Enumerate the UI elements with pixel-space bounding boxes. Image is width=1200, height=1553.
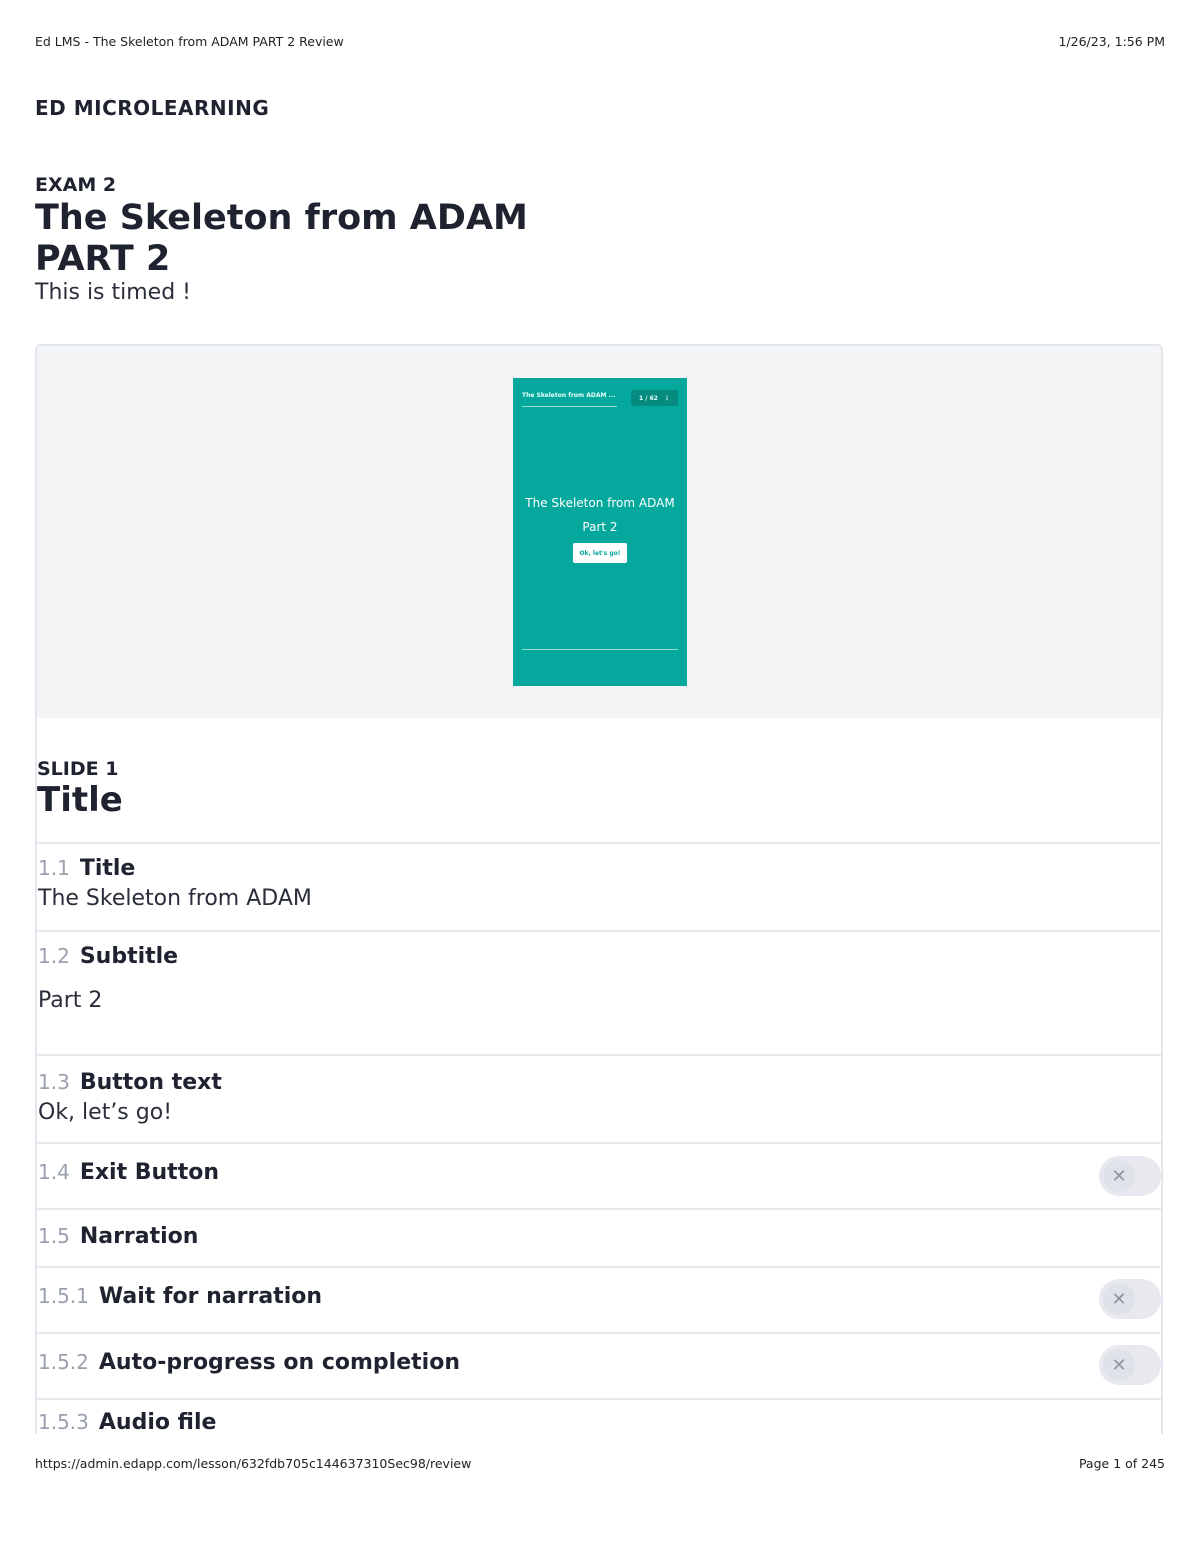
field-heading: 1.3 Button text [38, 1070, 222, 1095]
print-footer-url: https://admin.edapp.com/lesson/632fdb705… [35, 1456, 472, 1471]
field-row-subtitle: 1.2 Subtitle Part 2 [37, 930, 1161, 1054]
close-icon: ✕ [1103, 1160, 1135, 1192]
preview-title: The Skeleton from ADAM Part 2 [513, 491, 687, 539]
field-row-narration: 1.5 Narration [37, 1208, 1161, 1266]
field-row-title: 1.1 Title The Skeleton from ADAM [37, 842, 1161, 930]
brand-title: ED MICROLEARNING [35, 96, 270, 120]
field-heading: 1.5.1 Wait for narration [38, 1284, 322, 1309]
preview-slide-counter: 1 / 62 ⋮ [631, 390, 678, 406]
field-label: Button text [79, 1070, 222, 1095]
print-header: Ed LMS - The Skeleton from ADAM PART 2 R… [35, 34, 1165, 49]
field-row-wait-for-narration: 1.5.1 Wait for narration ✕ [37, 1266, 1161, 1332]
field-label: Auto-progress on completion [98, 1350, 460, 1375]
slide-preview: The Skeleton from ADAM ... 1 / 62 ⋮ The … [37, 346, 1161, 718]
field-label: Exit Button [79, 1160, 219, 1185]
close-icon: ✕ [1103, 1349, 1135, 1381]
exit-button-toggle[interactable]: ✕ [1099, 1156, 1161, 1196]
field-heading: 1.5 Narration [38, 1224, 198, 1249]
field-number: 1.4 [38, 1160, 70, 1184]
lesson-description: This is timed ! [35, 280, 191, 305]
preview-counter-text: 1 / 62 [639, 394, 658, 402]
slide-card: The Skeleton from ADAM ... 1 / 62 ⋮ The … [35, 344, 1163, 1434]
field-heading: 1.1 Title [38, 856, 135, 881]
field-number: 1.5.2 [38, 1350, 89, 1374]
slide-header: SLIDE 1 Title [37, 758, 123, 820]
lesson-label: EXAM 2 [35, 174, 117, 196]
field-label: Wait for narration [98, 1284, 323, 1309]
lesson-title-line2: PART 2 [35, 239, 171, 279]
field-row-button-text: 1.3 Button text Ok, let’s go! [37, 1054, 1161, 1142]
field-row-auto-progress: 1.5.2 Auto-progress on completion ✕ [37, 1332, 1161, 1398]
field-label: Audio file [98, 1410, 217, 1434]
field-heading: 1.5.2 Auto-progress on completion [38, 1350, 460, 1375]
slide-label: SLIDE 1 [37, 758, 119, 780]
field-number: 1.5.3 [38, 1410, 89, 1434]
preview-title-line1: The Skeleton from ADAM [525, 496, 675, 510]
wait-for-narration-toggle[interactable]: ✕ [1099, 1279, 1161, 1319]
preview-header-title: The Skeleton from ADAM ... [522, 392, 616, 399]
print-footer-page: Page 1 of 245 [1078, 1456, 1165, 1471]
auto-progress-toggle[interactable]: ✕ [1099, 1345, 1161, 1385]
field-number: 1.2 [38, 944, 70, 968]
field-number: 1.5.1 [38, 1284, 89, 1308]
field-heading: 1.4 Exit Button [38, 1160, 219, 1185]
field-row-audio-file: 1.5.3 Audio file [37, 1398, 1161, 1434]
field-label: Narration [79, 1224, 199, 1249]
lesson-title: The Skeleton from ADAM PART 2 [35, 198, 735, 280]
lesson-title-line1: The Skeleton from ADAM [35, 198, 528, 238]
preview-header-divider [522, 406, 617, 407]
field-label: Title [79, 856, 136, 881]
slide-title: Title [37, 780, 123, 820]
field-number: 1.5 [38, 1224, 70, 1248]
field-value: Part 2 [38, 988, 103, 1013]
field-number: 1.1 [38, 856, 70, 880]
field-label: Subtitle [79, 944, 179, 969]
more-vertical-icon: ⋮ [663, 394, 670, 402]
preview-start-button[interactable]: Ok, let's go! [573, 543, 627, 563]
close-icon: ✕ [1103, 1283, 1135, 1315]
lesson-header: EXAM 2 The Skeleton from ADAM PART 2 Thi… [35, 174, 735, 305]
field-number: 1.3 [38, 1070, 70, 1094]
field-row-exit-button: 1.4 Exit Button ✕ [37, 1142, 1161, 1208]
field-heading: 1.2 Subtitle [38, 944, 178, 969]
phone-preview: The Skeleton from ADAM ... 1 / 62 ⋮ The … [513, 378, 687, 686]
field-heading: 1.5.3 Audio file [38, 1410, 216, 1434]
print-footer: https://admin.edapp.com/lesson/632fdb705… [35, 1456, 1165, 1471]
print-header-title: Ed LMS - The Skeleton from ADAM PART 2 R… [35, 34, 344, 49]
field-value: Ok, let’s go! [38, 1100, 173, 1125]
preview-title-line2: Part 2 [582, 520, 618, 534]
print-header-date: 1/26/23, 1:56 PM [1058, 34, 1165, 49]
preview-footer-divider [522, 649, 678, 650]
field-value: The Skeleton from ADAM [38, 886, 312, 911]
